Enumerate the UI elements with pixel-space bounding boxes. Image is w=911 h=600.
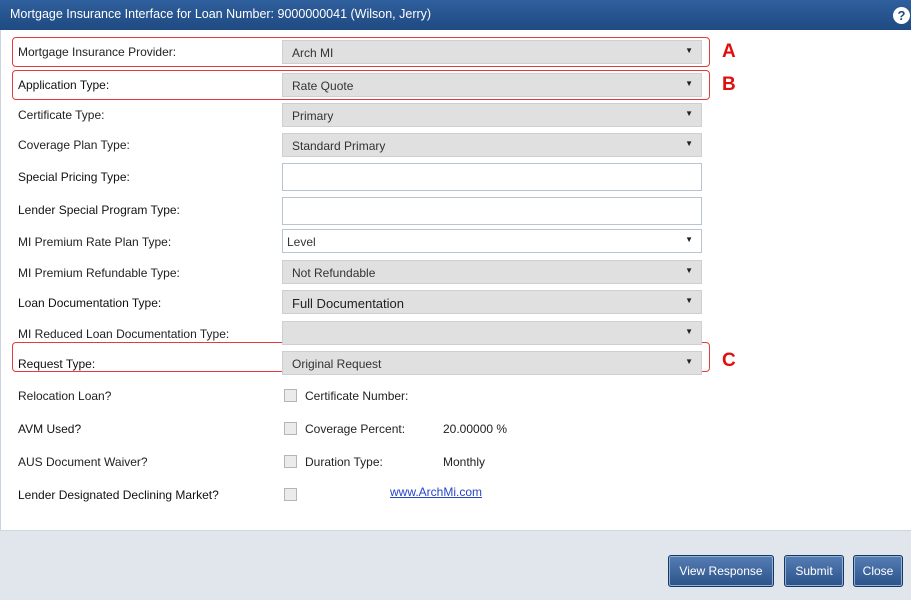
chevron-down-icon: ▼ — [685, 109, 693, 118]
duration-type-value: Monthly — [443, 455, 486, 469]
coverage-percent-value: 20.00000 % — [443, 422, 508, 436]
view-response-button[interactable]: View Response — [668, 555, 774, 587]
mi-premium-refundable-type-label: MI Premium Refundable Type: — [18, 266, 180, 280]
coverage-plan-type-select[interactable]: Standard Primary ▼ — [282, 133, 702, 157]
mi-premium-rate-plan-type-select[interactable]: Level ▼ — [282, 229, 702, 253]
marker-c: C — [722, 350, 736, 371]
archmi-link[interactable]: www.ArchMi.com — [390, 485, 482, 499]
request-type-value: Original Request — [292, 357, 382, 371]
application-type-label: Application Type: — [18, 78, 110, 92]
lender-designated-declining-market-checkbox[interactable] — [284, 488, 297, 501]
chevron-down-icon: ▼ — [685, 79, 693, 88]
help-icon[interactable]: ? — [893, 7, 910, 24]
mi-premium-refundable-type-value: Not Refundable — [292, 266, 376, 280]
aus-document-waiver-label: AUS Document Waiver? — [18, 455, 148, 469]
coverage-plan-type-value: Standard Primary — [292, 139, 386, 153]
mi-provider-label: Mortgage Insurance Provider: — [18, 45, 177, 59]
mi-reduced-loan-doc-type-label: MI Reduced Loan Documentation Type: — [18, 327, 230, 341]
special-pricing-type-input[interactable] — [282, 163, 702, 191]
avm-used-label: AVM Used? — [18, 422, 82, 436]
mi-premium-rate-plan-type-label: MI Premium Rate Plan Type: — [18, 235, 172, 249]
title-bar: Mortgage Insurance Interface for Loan Nu… — [0, 0, 911, 30]
special-pricing-type-label: Special Pricing Type: — [18, 170, 130, 184]
footer-bar — [0, 530, 911, 600]
submit-button[interactable]: Submit — [784, 555, 844, 587]
mi-reduced-loan-doc-type-select[interactable]: ▼ — [282, 321, 702, 345]
relocation-loan-label: Relocation Loan? — [18, 389, 112, 403]
chevron-down-icon: ▼ — [685, 357, 693, 366]
avm-used-checkbox[interactable] — [284, 422, 297, 435]
loan-documentation-type-label: Loan Documentation Type: — [18, 296, 162, 310]
request-type-select[interactable]: Original Request ▼ — [282, 351, 702, 375]
duration-type-label: Duration Type: — [305, 455, 383, 469]
certificate-number-label: Certificate Number: — [305, 389, 409, 403]
lender-designated-declining-market-label: Lender Designated Declining Market? — [18, 488, 219, 502]
chevron-down-icon: ▼ — [685, 296, 693, 305]
lender-special-program-type-label: Lender Special Program Type: — [18, 203, 180, 217]
marker-b: B — [722, 74, 736, 95]
mi-premium-rate-plan-type-value: Level — [287, 235, 316, 249]
chevron-down-icon: ▼ — [685, 235, 693, 244]
mi-premium-refundable-type-select[interactable]: Not Refundable ▼ — [282, 260, 702, 284]
coverage-percent-label: Coverage Percent: — [305, 422, 406, 436]
window-title: Mortgage Insurance Interface for Loan Nu… — [10, 7, 432, 21]
certificate-type-value: Primary — [292, 109, 334, 123]
loan-documentation-type-select[interactable]: Full Documentation ▼ — [282, 290, 702, 314]
mi-provider-value: Arch MI — [292, 46, 334, 60]
close-button[interactable]: Close — [853, 555, 903, 587]
chevron-down-icon: ▼ — [685, 46, 693, 55]
loan-documentation-type-value: Full Documentation — [292, 296, 404, 311]
request-type-label: Request Type: — [18, 357, 96, 371]
certificate-type-label: Certificate Type: — [18, 108, 105, 122]
aus-document-waiver-checkbox[interactable] — [284, 455, 297, 468]
lender-special-program-type-input[interactable] — [282, 197, 702, 225]
coverage-plan-type-label: Coverage Plan Type: — [18, 138, 130, 152]
relocation-loan-checkbox[interactable] — [284, 389, 297, 402]
application-type-value: Rate Quote — [292, 79, 354, 93]
marker-a: A — [722, 41, 736, 62]
mi-provider-select[interactable]: Arch MI ▼ — [282, 40, 702, 64]
chevron-down-icon: ▼ — [685, 266, 693, 275]
application-type-select[interactable]: Rate Quote ▼ — [282, 73, 702, 97]
chevron-down-icon: ▼ — [685, 139, 693, 148]
chevron-down-icon: ▼ — [685, 327, 693, 336]
certificate-type-select[interactable]: Primary ▼ — [282, 103, 702, 127]
